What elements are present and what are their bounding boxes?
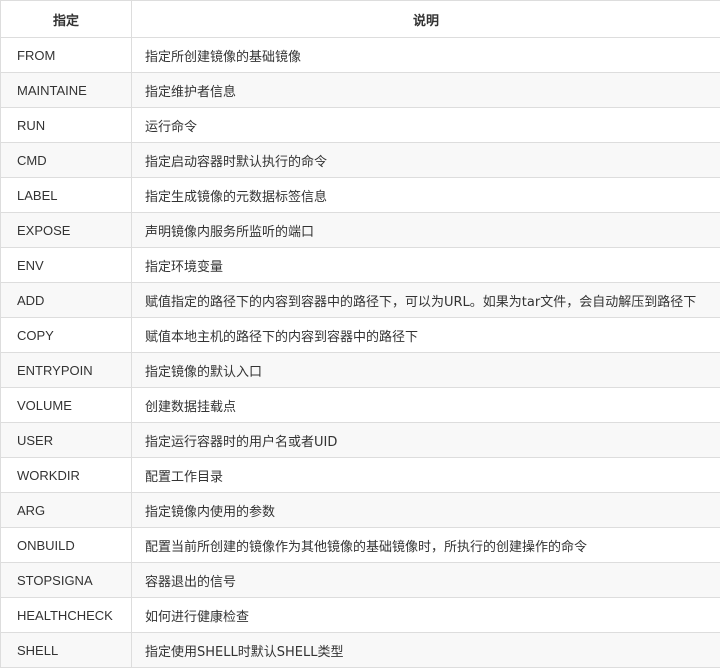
- instruction-cell: VOLUME: [0, 387, 132, 423]
- table-row: FROM 指定所创建镜像的基础镜像: [0, 37, 720, 73]
- description-cell: 指定运行容器时的用户名或者UID: [131, 422, 720, 458]
- table-row: ARG 指定镜像内使用的参数: [0, 492, 720, 528]
- instruction-cell: HEALTHCHECK: [0, 597, 132, 633]
- description-cell: 指定镜像内使用的参数: [131, 492, 720, 528]
- description-cell: 指定维护者信息: [131, 72, 720, 108]
- description-cell: 如何进行健康检查: [131, 597, 720, 633]
- description-cell: 指定生成镜像的元数据标签信息: [131, 177, 720, 213]
- table-row: CMD 指定启动容器时默认执行的命令: [0, 142, 720, 178]
- table-row: HEALTHCHECK 如何进行健康检查: [0, 597, 720, 633]
- instruction-cell: CMD: [0, 142, 132, 178]
- description-cell: 指定启动容器时默认执行的命令: [131, 142, 720, 178]
- dockerfile-instruction-table: 指定 说明 FROM 指定所创建镜像的基础镜像 MAINTAINE 指定维护者信…: [0, 0, 720, 668]
- description-cell: 指定使用SHELL时默认SHELL类型: [131, 632, 720, 668]
- table-row: SHELL 指定使用SHELL时默认SHELL类型: [0, 632, 720, 668]
- table-row: ONBUILD 配置当前所创建的镜像作为其他镜像的基础镜像时，所执行的创建操作的…: [0, 527, 720, 563]
- instruction-cell: MAINTAINE: [0, 72, 132, 108]
- table-row: USER 指定运行容器时的用户名或者UID: [0, 422, 720, 458]
- instruction-cell: STOPSIGNA: [0, 562, 132, 598]
- table-row: EXPOSE 声明镜像内服务所监听的端口: [0, 212, 720, 248]
- instruction-cell: USER: [0, 422, 132, 458]
- table-row: WORKDIR 配置工作目录: [0, 457, 720, 493]
- description-cell: 声明镜像内服务所监听的端口: [131, 212, 720, 248]
- description-cell: 指定环境变量: [131, 247, 720, 283]
- instruction-cell: ENTRYPOIN: [0, 352, 132, 388]
- instruction-cell: ONBUILD: [0, 527, 132, 563]
- header-row: 指定 说明: [0, 0, 720, 38]
- instruction-cell: LABEL: [0, 177, 132, 213]
- table-row: ADD 赋值指定的路径下的内容到容器中的路径下，可以为URL。如果为tar文件，…: [0, 282, 720, 318]
- table-row: ENV 指定环境变量: [0, 247, 720, 283]
- instruction-cell: WORKDIR: [0, 457, 132, 493]
- instruction-cell: FROM: [0, 37, 132, 73]
- table-row: LABEL 指定生成镜像的元数据标签信息: [0, 177, 720, 213]
- instruction-cell: COPY: [0, 317, 132, 353]
- description-cell: 指定镜像的默认入口: [131, 352, 720, 388]
- description-cell: 配置当前所创建的镜像作为其他镜像的基础镜像时，所执行的创建操作的命令: [131, 527, 720, 563]
- instruction-cell: ADD: [0, 282, 132, 318]
- instruction-cell: ARG: [0, 492, 132, 528]
- instruction-cell: ENV: [0, 247, 132, 283]
- instruction-cell: RUN: [0, 107, 132, 143]
- table-row: STOPSIGNA 容器退出的信号: [0, 562, 720, 598]
- description-cell: 创建数据挂载点: [131, 387, 720, 423]
- table-row: COPY 赋值本地主机的路径下的内容到容器中的路径下: [0, 317, 720, 353]
- description-cell: 容器退出的信号: [131, 562, 720, 598]
- table-row: ENTRYPOIN 指定镜像的默认入口: [0, 352, 720, 388]
- instruction-cell: SHELL: [0, 632, 132, 668]
- table-row: VOLUME 创建数据挂载点: [0, 387, 720, 423]
- table-body: FROM 指定所创建镜像的基础镜像 MAINTAINE 指定维护者信息 RUN …: [0, 37, 720, 668]
- header-instruction: 指定: [0, 0, 132, 38]
- description-cell: 赋值本地主机的路径下的内容到容器中的路径下: [131, 317, 720, 353]
- table-header: 指定 说明: [0, 0, 720, 38]
- description-cell: 赋值指定的路径下的内容到容器中的路径下，可以为URL。如果为tar文件，会自动解…: [131, 282, 720, 318]
- table-row: MAINTAINE 指定维护者信息: [0, 72, 720, 108]
- header-description: 说明: [131, 0, 720, 38]
- description-cell: 运行命令: [131, 107, 720, 143]
- instruction-cell: EXPOSE: [0, 212, 132, 248]
- description-cell: 配置工作目录: [131, 457, 720, 493]
- description-cell: 指定所创建镜像的基础镜像: [131, 37, 720, 73]
- table-row: RUN 运行命令: [0, 107, 720, 143]
